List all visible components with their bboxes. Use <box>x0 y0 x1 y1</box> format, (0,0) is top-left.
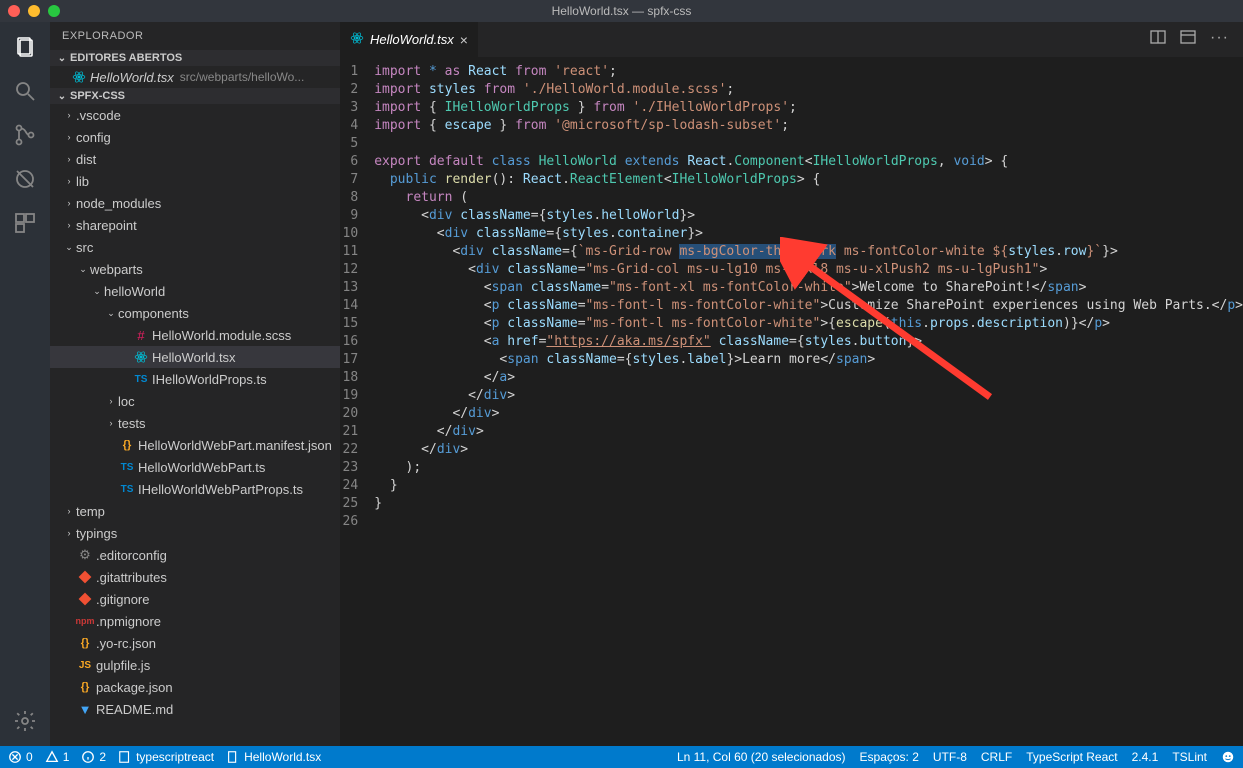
editor-area: HelloWorld.tsx × ··· 1234567891011121314… <box>340 22 1243 746</box>
code-editor[interactable]: 1234567891011121314151617181920212223242… <box>340 57 1243 746</box>
titlebar: HelloWorld.tsx — spfx-css <box>0 0 1243 22</box>
tree-item[interactable]: ›config <box>50 126 340 148</box>
close-window-button[interactable] <box>8 5 20 17</box>
tree-item[interactable]: ⌄src <box>50 236 340 258</box>
open-editor-item[interactable]: HelloWorld.tsx src/webparts/helloWo... <box>50 66 340 88</box>
status-eol[interactable]: CRLF <box>981 750 1012 764</box>
status-file[interactable]: HelloWorld.tsx <box>226 750 321 764</box>
minimize-window-button[interactable] <box>28 5 40 17</box>
status-feedback-icon[interactable] <box>1221 750 1235 764</box>
tree-item[interactable]: .gitattributes <box>50 566 340 588</box>
tree-item[interactable]: TSIHelloWorldWebPartProps.ts <box>50 478 340 500</box>
tree-item[interactable]: ›tests <box>50 412 340 434</box>
file-tree: ›.vscode›config›dist›lib›node_modules›sh… <box>50 104 340 720</box>
maximize-window-button[interactable] <box>48 5 60 17</box>
settings-gear-icon[interactable] <box>12 708 38 734</box>
tree-item[interactable]: ⚙.editorconfig <box>50 544 340 566</box>
tree-item[interactable]: .gitignore <box>50 588 340 610</box>
tree-item[interactable]: ›lib <box>50 170 340 192</box>
tree-item[interactable]: ⌄webparts <box>50 258 340 280</box>
status-language-id[interactable]: typescriptreact <box>118 750 214 764</box>
close-tab-icon[interactable]: × <box>460 32 468 48</box>
sidebar-title: EXPLORADOR <box>50 22 340 50</box>
tree-item[interactable]: ⌄components <box>50 302 340 324</box>
tree-item[interactable]: ›.vscode <box>50 104 340 126</box>
tree-item[interactable]: {}HelloWorldWebPart.manifest.json <box>50 434 340 456</box>
status-warnings[interactable]: 1 <box>45 750 70 764</box>
tree-item[interactable]: ›sharepoint <box>50 214 340 236</box>
window-title: HelloWorld.tsx — spfx-css <box>552 4 692 18</box>
chevron-down-icon: ⌄ <box>54 91 70 102</box>
tree-item[interactable]: ›temp <box>50 500 340 522</box>
open-editors-header[interactable]: ⌄EDITORES ABERTOS <box>50 50 340 66</box>
tree-item[interactable]: TSIHelloWorldProps.ts <box>50 368 340 390</box>
status-ts-version[interactable]: 2.4.1 <box>1132 750 1159 764</box>
chevron-down-icon: ⌄ <box>54 53 70 64</box>
layout-icon[interactable] <box>1180 29 1196 50</box>
tree-item[interactable]: ›dist <box>50 148 340 170</box>
status-errors[interactable]: 0 <box>8 750 33 764</box>
tree-item[interactable]: HelloWorld.tsx <box>50 346 340 368</box>
tab-helloworld[interactable]: HelloWorld.tsx × <box>340 22 478 57</box>
search-icon[interactable] <box>12 78 38 104</box>
status-indentation[interactable]: Espaços: 2 <box>860 750 919 764</box>
tree-item[interactable]: JSgulpfile.js <box>50 654 340 676</box>
explorer-icon[interactable] <box>12 34 38 60</box>
code-content[interactable]: import * as React from 'react';import st… <box>374 57 1243 746</box>
tree-item[interactable]: TSHelloWorldWebPart.ts <box>50 456 340 478</box>
sidebar: EXPLORADOR ⌄EDITORES ABERTOS HelloWorld.… <box>50 22 340 746</box>
tree-item[interactable]: #HelloWorld.module.scss <box>50 324 340 346</box>
split-editor-icon[interactable] <box>1150 29 1166 50</box>
status-tslint[interactable]: TSLint <box>1172 750 1207 764</box>
line-gutter: 1234567891011121314151617181920212223242… <box>340 57 374 746</box>
react-icon <box>70 70 88 84</box>
project-header[interactable]: ⌄SPFX-CSS <box>50 88 340 104</box>
tree-item[interactable]: ›node_modules <box>50 192 340 214</box>
more-actions-icon[interactable]: ··· <box>1210 29 1229 50</box>
status-mode[interactable]: TypeScript React <box>1026 750 1117 764</box>
tab-title: HelloWorld.tsx <box>370 32 454 47</box>
tree-item[interactable]: ›typings <box>50 522 340 544</box>
tree-item[interactable]: ›loc <box>50 390 340 412</box>
tree-item[interactable]: npm.npmignore <box>50 610 340 632</box>
status-bar: 0 1 2 typescriptreact HelloWorld.tsx Ln … <box>0 746 1243 768</box>
debug-icon[interactable] <box>12 166 38 192</box>
extensions-icon[interactable] <box>12 210 38 236</box>
tree-item[interactable]: ⌄helloWorld <box>50 280 340 302</box>
status-encoding[interactable]: UTF-8 <box>933 750 967 764</box>
open-editor-path: src/webparts/helloWo... <box>180 70 305 84</box>
status-cursor-position[interactable]: Ln 11, Col 60 (20 selecionados) <box>677 750 846 764</box>
react-icon <box>350 31 364 48</box>
open-editor-label: HelloWorld.tsx <box>90 70 174 85</box>
tab-bar: HelloWorld.tsx × ··· <box>340 22 1243 57</box>
status-info[interactable]: 2 <box>81 750 106 764</box>
tree-item[interactable]: {}.yo-rc.json <box>50 632 340 654</box>
activity-bar <box>0 22 50 746</box>
tree-item[interactable]: ▼README.md <box>50 698 340 720</box>
source-control-icon[interactable] <box>12 122 38 148</box>
tree-item[interactable]: {}package.json <box>50 676 340 698</box>
